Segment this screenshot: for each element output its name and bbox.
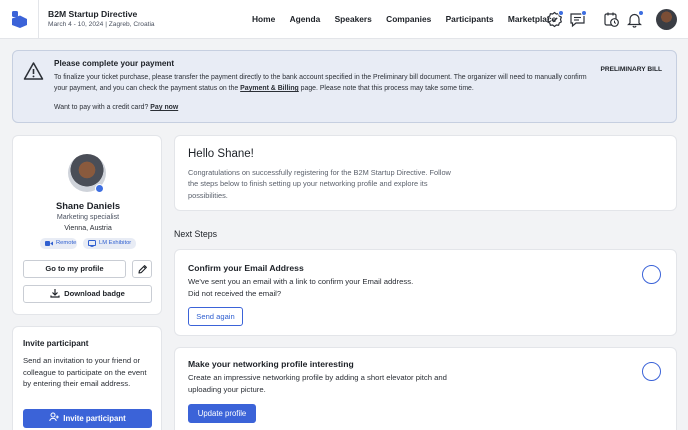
add-user-icon — [49, 412, 60, 422]
step-line: We've sent you an email with a link to c… — [188, 277, 414, 286]
event-title[interactable]: B2M Startup Directive — [48, 9, 137, 19]
banner-title: Please complete your payment — [54, 59, 175, 68]
step-networking-profile: Make your networking profile interesting… — [174, 347, 677, 430]
step-description: We've sent you an email with a link to c… — [188, 276, 508, 299]
banner-text-end: page. Please note that this process may … — [298, 85, 474, 92]
update-profile-button[interactable]: Update profile — [188, 404, 256, 423]
profile-name: Shane Daniels — [55, 200, 121, 211]
bell-icon[interactable] — [626, 10, 644, 28]
profile-location: Vienna, Austria — [64, 224, 112, 232]
nav-speakers[interactable]: Speakers — [335, 14, 372, 24]
tag-exhibitor: LM Exhibitor — [83, 238, 136, 249]
invite-text: Send an invitation to your friend or col… — [23, 356, 147, 388]
profile-role: Marketing specialist — [56, 213, 120, 221]
app-logo[interactable] — [12, 11, 27, 28]
header-divider — [38, 0, 39, 39]
step-complete-checkbox[interactable] — [642, 265, 661, 284]
nav-companies[interactable]: Companies — [386, 14, 431, 24]
welcome-card: Hello Shane! Congratulations on successf… — [174, 135, 677, 211]
preliminary-bill-button[interactable]: PRELIMINARY BILL — [600, 66, 662, 73]
step-line: Did not received the email? — [188, 288, 282, 298]
warning-icon — [23, 62, 44, 80]
event-separator: | — [105, 21, 107, 28]
invite-participant-button[interactable]: Invite participant — [23, 409, 152, 428]
welcome-title: Hello Shane! — [188, 148, 254, 160]
payment-banner: Please complete your payment To finalize… — [12, 50, 677, 123]
video-icon — [45, 241, 53, 246]
edit-profile-button[interactable] — [132, 260, 152, 278]
invite-button-label: Invite participant — [63, 414, 126, 423]
credit-prompt-text: Want to pay with a credit card? — [54, 104, 149, 111]
nav-participants[interactable]: Participants — [446, 14, 494, 24]
pencil-icon — [137, 265, 147, 274]
event-date: March 4 - 10, 2024 — [48, 21, 104, 28]
step-confirm-email: Confirm your Email Address We've sent yo… — [174, 249, 677, 336]
calendar-clock-icon[interactable] — [603, 11, 620, 28]
next-steps-heading: Next Steps — [174, 229, 218, 239]
banner-text: To finalize your ticket purchase, please… — [54, 72, 599, 94]
welcome-text: Congratulations on successfully register… — [188, 168, 451, 200]
tag-exhibitor-label: LM Exhibitor — [99, 240, 132, 246]
download-badge-label: Download badge — [64, 289, 125, 298]
send-again-button[interactable]: Send again — [188, 307, 243, 326]
online-status-dot — [95, 184, 104, 193]
profile-card: Shane Daniels Marketing specialist Vienn… — [12, 135, 162, 315]
nav-home[interactable]: Home — [252, 14, 275, 24]
event-subtitle: March 4 - 10, 2024 | Zagreb, Croatia — [48, 21, 155, 28]
tag-remote: Remote — [40, 238, 77, 249]
chat-icon[interactable] — [569, 10, 587, 28]
step-title: Confirm your Email Address — [188, 263, 304, 273]
step-title: Make your networking profile interesting — [188, 359, 354, 369]
invite-card: Invite participant Send an invitation to… — [12, 326, 162, 430]
go-to-profile-button[interactable]: Go to my profile — [23, 260, 126, 278]
download-icon — [50, 289, 60, 298]
main-nav: Home Agenda Speakers Companies Participa… — [252, 14, 571, 24]
monitor-icon — [88, 240, 96, 247]
user-avatar[interactable] — [656, 9, 677, 30]
top-bar: B2M Startup Directive March 4 - 10, 2024… — [0, 0, 688, 39]
download-badge-button[interactable]: Download badge — [23, 285, 152, 303]
payment-billing-link[interactable]: Payment & Billing — [240, 85, 299, 92]
step-description: Create an impressive networking profile … — [188, 373, 447, 394]
credit-card-prompt: Want to pay with a credit card? Pay now — [54, 104, 178, 111]
tag-remote-label: Remote — [56, 240, 77, 246]
step-complete-checkbox[interactable] — [642, 362, 661, 381]
pay-now-link[interactable]: Pay now — [150, 104, 178, 111]
nav-agenda[interactable]: Agenda — [290, 14, 321, 24]
event-location: Zagreb, Croatia — [108, 21, 155, 28]
invite-title: Invite participant — [23, 339, 89, 348]
badge-check-icon[interactable] — [546, 10, 564, 28]
